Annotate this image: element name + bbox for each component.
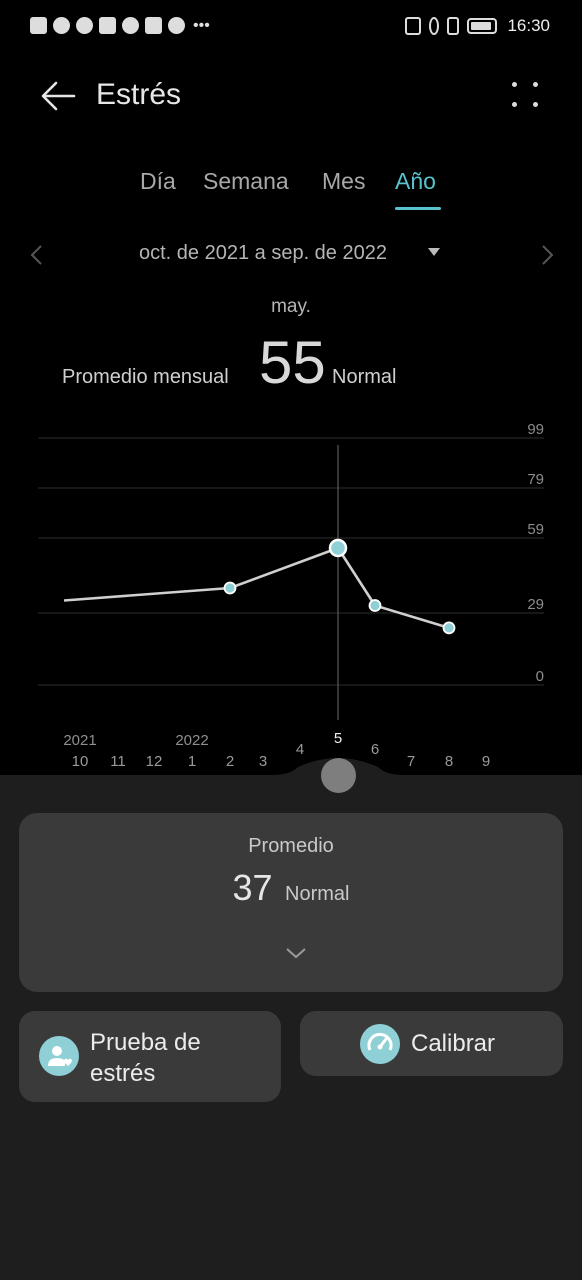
chevron-down-icon xyxy=(286,948,306,959)
status-time: 16:30 xyxy=(507,16,550,35)
period-label[interactable]: oct. de 2021 a sep. de 2022 xyxy=(139,242,387,265)
status-left-icons: ••• xyxy=(30,17,210,34)
stress-test-label-line2: estrés xyxy=(90,1060,156,1087)
y-tick-label: 79 xyxy=(527,471,544,488)
average-card-status: Normal xyxy=(285,883,350,905)
average-card-value: 37 xyxy=(232,867,273,908)
vpn-icon xyxy=(168,17,185,34)
calibrate-label: Calibrar xyxy=(411,1030,496,1057)
chart-drag-handle[interactable] xyxy=(321,758,356,793)
status-bar: ••• 16:30 xyxy=(0,0,582,58)
arrow-left-icon xyxy=(41,81,76,111)
more-dots-icon: ••• xyxy=(193,17,210,34)
data-point xyxy=(442,621,456,635)
y-tick-label: 29 xyxy=(527,596,544,613)
person-heart-icon xyxy=(39,1036,79,1076)
average-card-title: Promedio xyxy=(248,835,334,857)
app-header: Estrés xyxy=(0,70,582,122)
tab-year[interactable]: Año xyxy=(395,168,436,195)
maps-icon xyxy=(145,17,162,34)
tab-day[interactable]: Día xyxy=(140,168,176,195)
average-card-row: 37 Normal xyxy=(19,867,563,909)
stress-test-button[interactable]: Prueba de estrés xyxy=(19,1011,281,1102)
more-dots-grid-icon xyxy=(512,82,517,87)
y-tick-label: 0 xyxy=(536,668,544,685)
expand-button[interactable] xyxy=(285,945,307,961)
selected-month: may. xyxy=(271,296,311,317)
period-selector: oct. de 2021 a sep. de 2022 xyxy=(0,240,582,270)
alert-icon xyxy=(30,17,47,34)
y-tick-label: 99 xyxy=(527,421,544,438)
average-card: Promedio 37 Normal xyxy=(19,813,563,992)
app-icon xyxy=(99,17,116,34)
average-label: Promedio mensual xyxy=(62,366,229,388)
average-value: 55 xyxy=(259,329,326,396)
chevron-right-icon xyxy=(542,245,554,265)
page-title: Estrés xyxy=(96,78,182,111)
gauge-icon xyxy=(360,1024,400,1064)
battery-icon xyxy=(467,18,498,34)
back-button[interactable] xyxy=(38,78,78,114)
y-tick-label: 59 xyxy=(527,521,544,538)
stress-test-label-line1: Prueba de xyxy=(90,1029,201,1056)
active-tab-indicator xyxy=(395,207,441,210)
chevron-left-icon xyxy=(30,245,42,265)
data-point xyxy=(368,599,382,612)
chart-svg: 99795929010 11 12 1 2 34567 8 92021 2022 xyxy=(38,421,544,770)
average-status: Normal xyxy=(332,366,397,388)
stress-chart[interactable]: 99 79 59 29 0 10 11 12 1 2 3 4 5 6 7 8 9 2021 2022 xyxy=(0,410,582,775)
vibrate-icon xyxy=(447,17,460,35)
year-label: 2021 xyxy=(63,732,96,749)
dropdown-caret-icon[interactable] xyxy=(428,248,440,256)
more-options-button[interactable] xyxy=(510,80,542,112)
calibrate-button[interactable]: Calibrar xyxy=(300,1011,563,1076)
next-period-button[interactable] xyxy=(535,242,559,268)
period-tabs: Día Semana Mes Año xyxy=(0,168,582,216)
data-point xyxy=(223,581,237,595)
previous-period-button[interactable] xyxy=(26,242,50,268)
series-line xyxy=(63,546,450,630)
wifi-icon xyxy=(53,17,70,34)
bluetooth-icon xyxy=(429,17,440,35)
x-tick-label: 5 xyxy=(334,730,342,747)
status-right-icons: 16:30 xyxy=(405,16,550,36)
tab-month[interactable]: Mes xyxy=(322,168,365,195)
panel-notch xyxy=(0,758,582,795)
tab-week[interactable]: Semana xyxy=(203,168,289,195)
cloud-icon xyxy=(122,17,139,34)
year-label: 2022 xyxy=(175,732,208,749)
health-icon xyxy=(76,17,93,34)
selected-data-point xyxy=(328,538,348,558)
nfc-icon xyxy=(405,17,422,35)
